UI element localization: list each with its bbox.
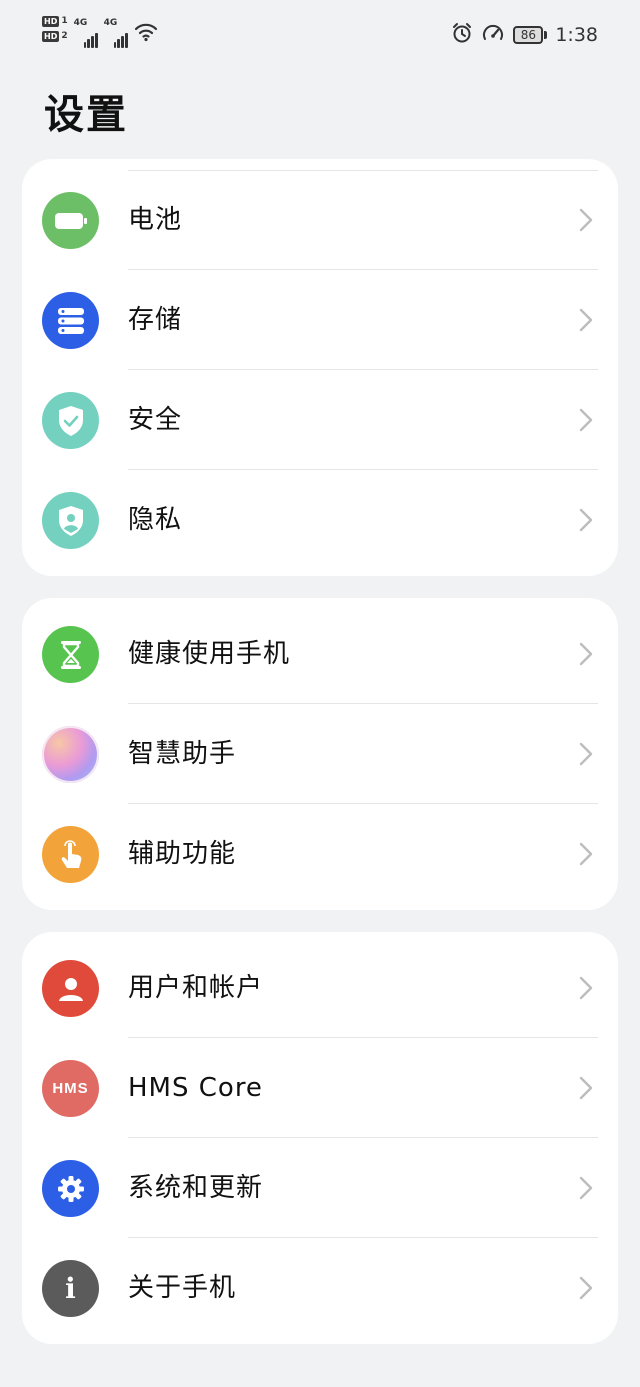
chevron-right-icon [579,508,593,532]
status-bar-left: HD 1 HD 2 4G 4G [42,16,158,56]
battery-icon [42,192,99,249]
setting-item-smart-assistant[interactable]: 智慧助手 [22,704,618,804]
privacy-shield-icon [42,492,99,549]
data-saver-icon [481,22,505,48]
setting-item-digital-balance[interactable]: 健康使用手机 [22,604,618,704]
storage-icon [42,292,99,349]
page-title: 设置 [44,92,128,138]
setting-item-privacy[interactable]: 隐私 [22,470,618,570]
setting-item-battery[interactable]: 电池 [22,170,618,270]
chevron-right-icon [579,408,593,432]
settings-group-3: 用户和帐户 HMS HMS Core 系统和更新 i 关于手机 [22,932,618,1344]
sim1-indicator: HD 1 [42,16,68,27]
status-bar: HD 1 HD 2 4G 4G 86 1:38 [0,0,640,70]
setting-item-accessibility[interactable]: 辅助功能 [22,804,618,904]
hand-tap-icon [42,826,99,883]
signal-icon: 4G [74,16,98,48]
settings-group-1: 电池 存储 安全 隐私 [22,159,618,576]
wifi-icon [134,22,158,46]
setting-item-label: 用户和帐户 [128,973,264,1003]
info-icon: i [42,1260,99,1317]
setting-item-label: 系统和更新 [128,1173,264,1203]
user-icon [42,960,99,1017]
setting-item-label: 隐私 [128,505,183,535]
chevron-right-icon [579,742,593,766]
setting-item-users-accounts[interactable]: 用户和帐户 [22,938,618,1038]
chevron-right-icon [579,1076,593,1100]
setting-item-storage[interactable]: 存储 [22,270,618,370]
chevron-right-icon [579,308,593,332]
chevron-right-icon [579,1276,593,1300]
setting-item-system-update[interactable]: 系统和更新 [22,1138,618,1238]
alarm-icon [451,22,473,48]
setting-item-label: 健康使用手机 [128,639,291,669]
setting-item-security[interactable]: 安全 [22,370,618,470]
chevron-right-icon [579,1176,593,1200]
sim2-indicator: HD 2 [42,31,68,42]
chevron-right-icon [579,842,593,866]
assistant-gradient-icon [42,726,99,783]
hourglass-icon [42,626,99,683]
gear-icon [42,1160,99,1217]
setting-item-label: 存储 [128,305,183,335]
signal-icon: 4G [104,16,128,48]
setting-item-hms-core[interactable]: HMS HMS Core [22,1038,618,1138]
setting-item-label: 安全 [128,405,183,435]
hms-icon: HMS [42,1060,99,1117]
settings-group-2: 健康使用手机 智慧助手 辅助功能 [22,598,618,910]
setting-item-label: HMS Core [128,1073,263,1103]
chevron-right-icon [579,642,593,666]
setting-item-about-phone[interactable]: i 关于手机 [22,1238,618,1338]
shield-check-icon [42,392,99,449]
status-bar-right: 86 1:38 [451,22,598,48]
chevron-right-icon [579,976,593,1000]
setting-item-label: 辅助功能 [128,839,237,869]
battery-indicator: 86 [513,26,548,44]
setting-item-label: 智慧助手 [128,739,237,769]
chevron-right-icon [579,208,593,232]
setting-item-label: 关于手机 [128,1273,237,1303]
clock: 1:38 [555,24,598,46]
setting-item-label: 电池 [128,205,183,235]
